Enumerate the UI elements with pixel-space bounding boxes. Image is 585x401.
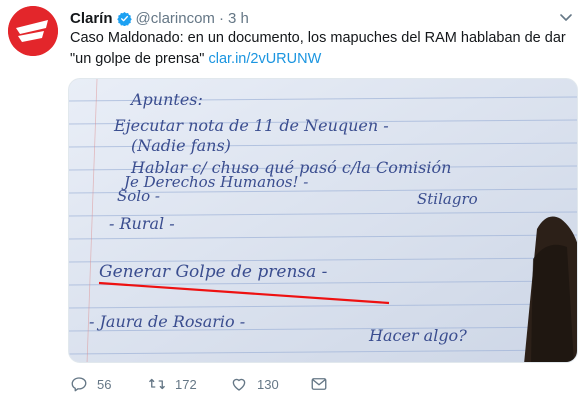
tweet[interactable]: Clarín @clarincom · 3 h Caso Maldonado: … — [0, 0, 585, 401]
tweet-text: Caso Maldonado: en un documento, los map… — [70, 28, 570, 70]
retweet-button[interactable]: 172 — [148, 373, 197, 395]
like-button[interactable]: 130 — [230, 373, 279, 395]
reply-count: 56 — [97, 376, 112, 392]
handwritten-note-image: Apuntes: Ejecutar nota de 11 de Neuquen … — [69, 79, 577, 362]
account-handle[interactable]: @clarincom — [136, 10, 215, 27]
reply-button[interactable]: 56 — [70, 373, 111, 395]
reply-icon — [71, 377, 87, 392]
note-line: Generar Golpe de prensa - — [99, 262, 328, 282]
account-name[interactable]: Clarín — [70, 10, 113, 27]
retweet-count: 172 — [175, 376, 197, 392]
direct-message-button[interactable] — [310, 373, 337, 395]
direct-message-icon — [311, 378, 327, 390]
clarin-logo-icon — [8, 6, 58, 56]
like-count: 130 — [257, 376, 279, 392]
verified-badge-icon — [116, 11, 132, 26]
note-line: Apuntes: — [129, 90, 203, 109]
heart-icon — [232, 378, 246, 391]
note-line: - Rural - — [109, 214, 175, 233]
note-line: Ejecutar nota de 11 de Neuquen - — [113, 116, 389, 135]
tweet-header: Clarín @clarincom · 3 h — [70, 8, 249, 28]
separator-dot: · — [218, 9, 224, 27]
tweet-photo[interactable]: Apuntes: Ejecutar nota de 11 de Neuquen … — [68, 78, 578, 363]
note-line: Solo - — [117, 187, 160, 205]
avatar[interactable] — [8, 6, 58, 56]
note-line: - Jaura de Rosario - — [89, 312, 245, 331]
note-line: Hacer algo? — [368, 326, 467, 345]
chevron-down-icon[interactable] — [559, 10, 573, 24]
tweet-link[interactable]: clar.in/2vURUNW — [208, 51, 321, 67]
retweet-icon — [149, 378, 165, 390]
note-line: (Nadie fans) — [131, 136, 231, 155]
tweet-timestamp[interactable]: 3 h — [228, 10, 249, 27]
note-line: Stilagro — [417, 190, 478, 208]
